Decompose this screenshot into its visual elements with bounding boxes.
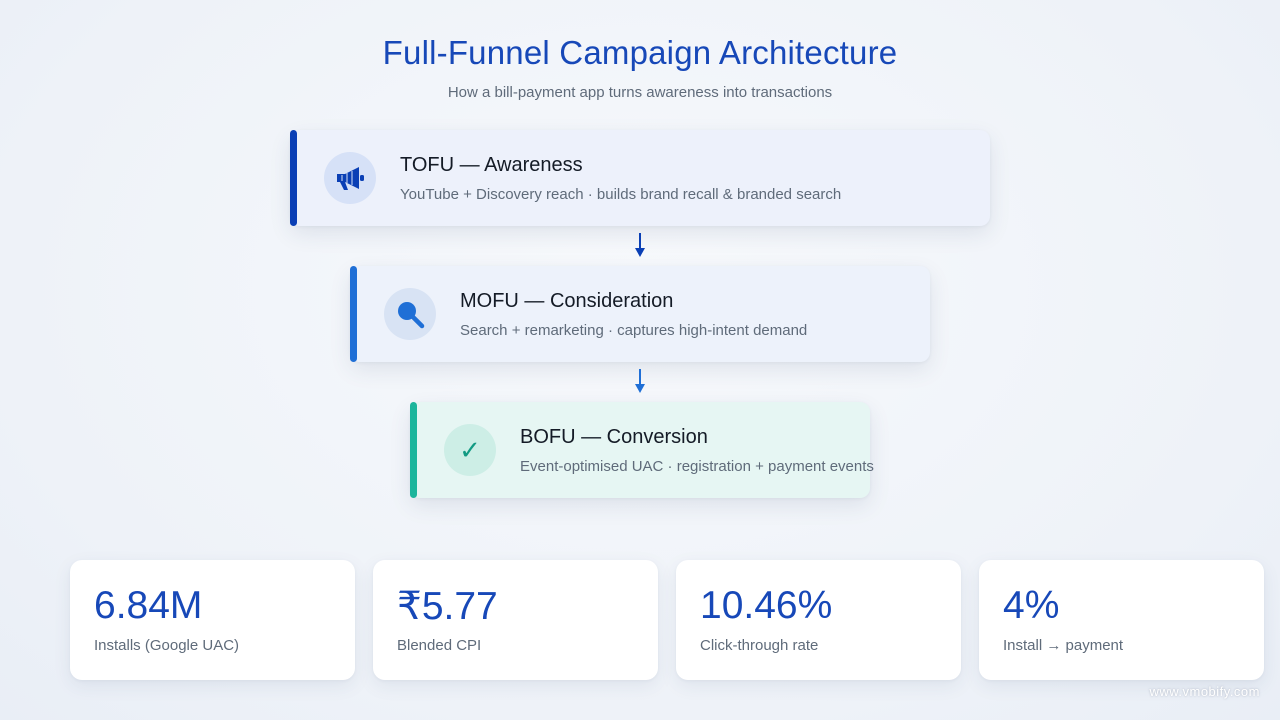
kpi-label: Blended CPI (397, 637, 482, 654)
stage-accent-bar (410, 402, 417, 498)
kpi-label: Installs (Google UAC) (94, 637, 240, 654)
stage-title: BOFU — Conversion (520, 426, 708, 448)
kpi-value: ₹5.77 (397, 585, 498, 628)
kpi-label: Click-through rate (700, 637, 819, 654)
stage-description: Event-optimised UAC · registration + pay… (520, 458, 874, 475)
watermark: www.vmobify.com (1149, 684, 1260, 699)
funnel-stage-mofu: MOFU — Consideration Search + remarketin… (350, 266, 930, 362)
page-subtitle: How a bill-payment app turns awareness i… (447, 84, 833, 101)
arrow-down-icon (635, 233, 645, 257)
kpi-value: 10.46% (700, 584, 833, 627)
kpi-value: 4% (1003, 584, 1060, 627)
kpi-label: Install → payment (1003, 637, 1124, 654)
stage-description: Search + remarketing · captures high-int… (460, 322, 808, 339)
funnel-stage-bofu: ✓ BOFU — Conversion Event-optimised UAC … (410, 402, 874, 498)
stage-title: MOFU — Consideration (460, 290, 674, 312)
page-title: Full-Funnel Campaign Architecture (382, 34, 898, 71)
search-icon (384, 288, 436, 340)
stage-title: TOFU — Awareness (400, 154, 583, 176)
stage-accent-bar (350, 266, 357, 362)
check-icon: ✓ (444, 424, 496, 476)
kpi-card-cpi: ₹5.77 Blended CPI (373, 560, 658, 680)
stage-description: YouTube + Discovery reach · builds brand… (400, 186, 842, 203)
kpi-card-ctr: 10.46% Click-through rate (676, 560, 961, 680)
arrow-down-icon (635, 369, 645, 393)
funnel-stage-tofu: TOFU — Awareness YouTube + Discovery rea… (290, 130, 990, 226)
stage-accent-bar (290, 130, 297, 226)
kpi-card-conversion: 4% Install → payment (979, 560, 1264, 680)
megaphone-icon (324, 152, 376, 204)
kpi-card-installs: 6.84M Installs (Google UAC) (70, 560, 355, 680)
kpi-value: 6.84M (94, 584, 203, 627)
